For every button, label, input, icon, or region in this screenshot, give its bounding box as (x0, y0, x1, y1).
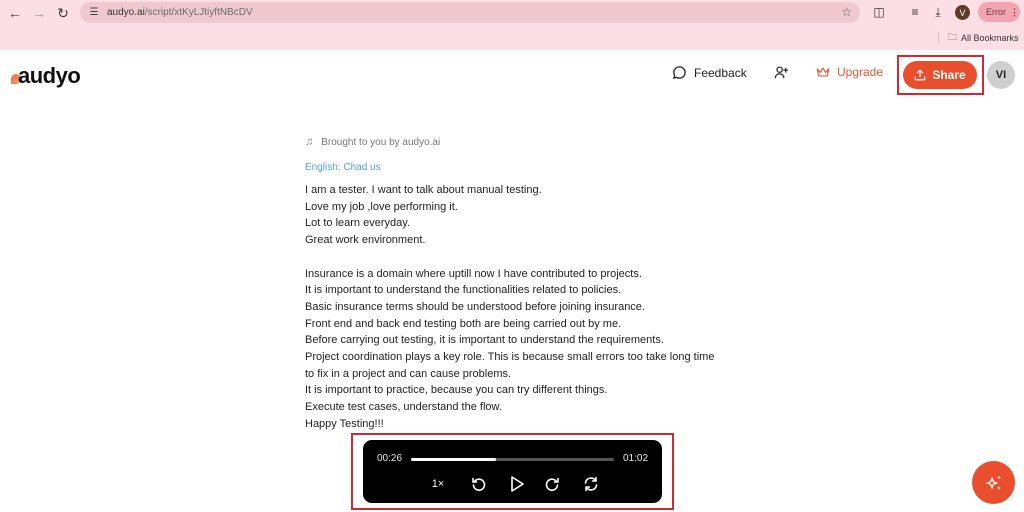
loop-button[interactable] (580, 474, 602, 494)
script-line: Before carrying out testing, it is impor… (305, 334, 664, 347)
progress-slider[interactable] (411, 458, 614, 461)
url-path: /script/xtKyLJtiyftNBcDV (144, 7, 253, 18)
address-bar[interactable]: ☰ audyo.ai/script/xtKyLJtiyftNBcDV ☆ (80, 2, 860, 23)
media-icon[interactable]: ≡ (907, 4, 923, 20)
script-line: Great work environment. (305, 234, 426, 247)
script-line: Execute test cases, understand the flow. (305, 401, 502, 414)
extensions-icon[interactable]: ◫ (871, 4, 887, 20)
script-line: It is important to understand the functi… (305, 284, 622, 297)
voice-selector[interactable]: English: Chad us (305, 162, 381, 173)
script-line: Front end and back end testing both are … (305, 317, 622, 330)
logo-text: audyo (18, 63, 81, 88)
star-icon[interactable]: ☆ (841, 5, 852, 19)
share-label: Share (932, 68, 966, 82)
share-button[interactable]: Share (903, 61, 977, 89)
fast-forward-icon (545, 477, 559, 491)
bookmarks-divider (938, 31, 939, 43)
forward-button[interactable] (541, 474, 563, 494)
script-line: Lot to learn everyday. (305, 217, 410, 230)
invite-user-button[interactable] (774, 65, 789, 80)
script-line: Happy Testing!!! (305, 417, 384, 430)
feedback-label: Feedback (694, 65, 747, 80)
script-line: Project coordination plays a key role. T… (305, 351, 715, 380)
script-line: I am a tester. I want to talk about manu… (305, 184, 542, 196)
rewind-button[interactable] (468, 474, 490, 494)
forward-icon[interactable]: → (30, 4, 48, 22)
audyo-logo[interactable]: audyo (11, 63, 81, 89)
script-text: I am a tester. I want to talk about manu… (305, 182, 725, 433)
profile-avatar[interactable]: V (955, 5, 970, 20)
bookmarks-label: All Bookmarks (961, 33, 1019, 43)
progress-fill (411, 458, 497, 461)
reload-icon[interactable]: ↻ (54, 4, 72, 22)
download-icon[interactable]: ⤓ (930, 4, 946, 20)
brought-by-text: Brought to you by audyo.ai (321, 136, 441, 148)
error-label: Error (986, 7, 1006, 17)
audio-player: 00:26 01:02 1× (363, 440, 662, 503)
script-line: Love my job ,love performing it. (305, 200, 458, 213)
all-bookmarks-button[interactable]: 🗀 All Bookmarks (948, 30, 1019, 46)
feedback-button[interactable]: Feedback (672, 65, 747, 80)
user-avatar[interactable]: VI (987, 61, 1015, 89)
repeat-icon (584, 476, 598, 492)
play-button[interactable] (506, 474, 528, 494)
duration: 01:02 (623, 453, 649, 464)
script-line: Insurance is a domain where uptill now I… (305, 267, 642, 280)
script-line: Basic insurance terms should be understo… (305, 300, 645, 313)
chat-bubble-icon (672, 66, 686, 80)
music-note-icon: ♫ (305, 136, 314, 148)
script-line: It is important to practice, because you… (305, 384, 608, 397)
brought-by-line: ♫ Brought to you by audyo.ai (305, 136, 440, 148)
upload-icon (914, 69, 926, 81)
playback-speed-button[interactable]: 1× (427, 474, 449, 494)
url-text[interactable]: audyo.ai/script/xtKyLJtiyftNBcDV (107, 7, 253, 18)
rewind-icon (472, 477, 486, 491)
menu-dots-icon: ⋮ (1010, 6, 1019, 17)
ai-assistant-button[interactable] (972, 461, 1015, 504)
add-user-icon (774, 66, 789, 79)
upgrade-label: Upgrade (837, 65, 884, 79)
current-time: 00:26 (377, 453, 403, 464)
crown-icon (816, 67, 830, 77)
play-icon (511, 476, 524, 492)
url-host: audyo.ai (107, 7, 145, 18)
site-settings-icon[interactable]: ☰ (87, 6, 101, 20)
upgrade-button[interactable]: Upgrade (816, 65, 883, 79)
sparkles-icon (985, 475, 1001, 490)
error-chip[interactable]: Error ⋮ (978, 2, 1020, 22)
folder-icon: 🗀 (948, 32, 958, 42)
browser-toolbar: ← → ↻ ☰ audyo.ai/script/xtKyLJtiyftNBcDV… (0, 0, 1024, 50)
back-icon[interactable]: ← (6, 4, 24, 22)
